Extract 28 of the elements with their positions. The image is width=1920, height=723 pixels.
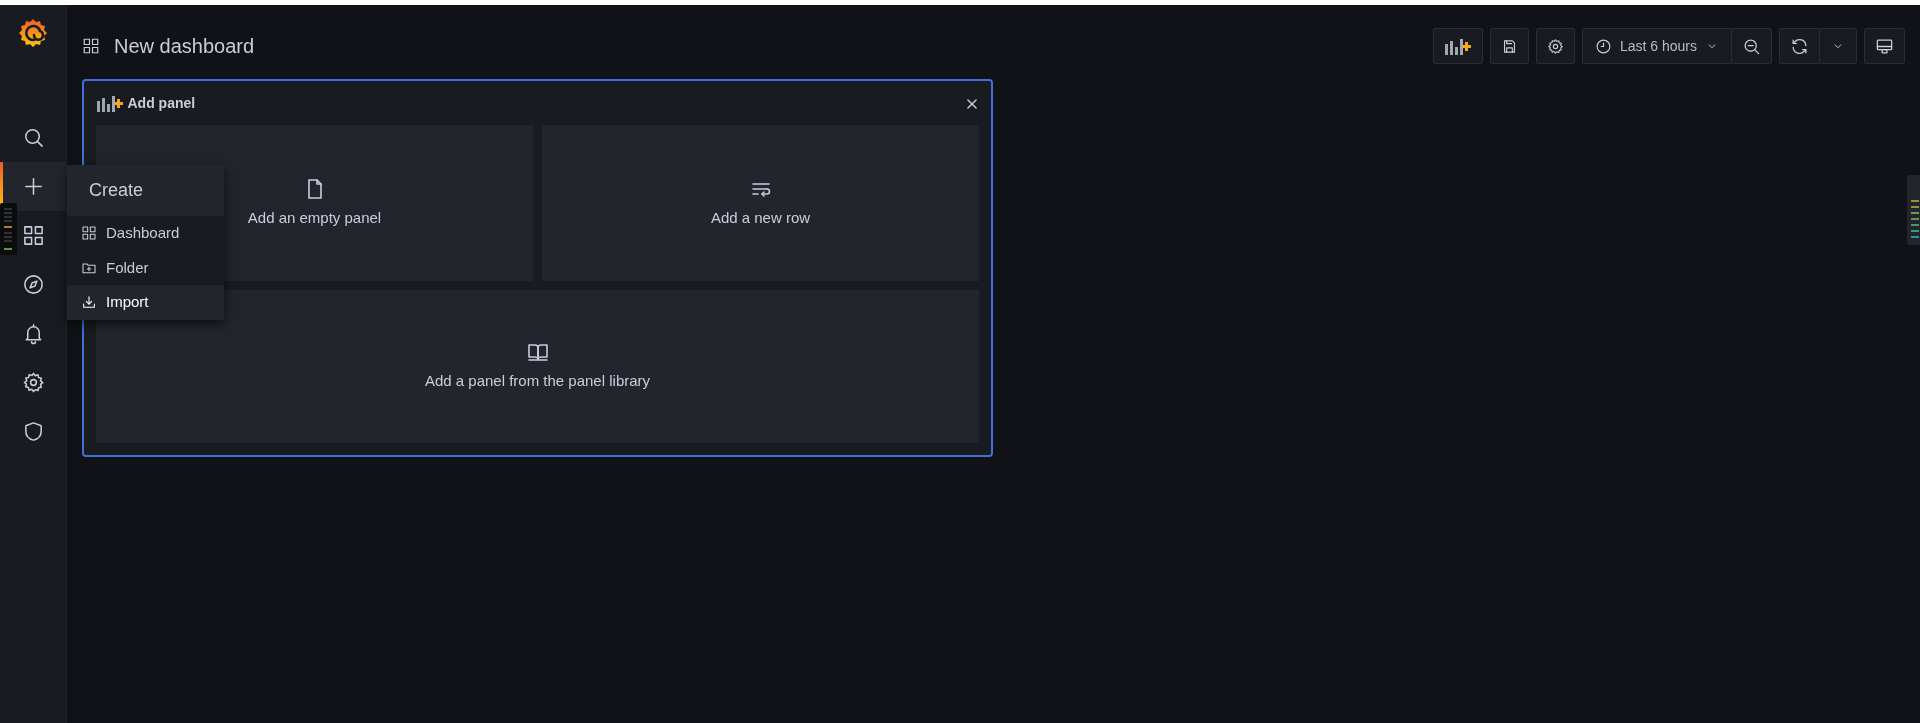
dashboard-grid-icon	[81, 225, 97, 242]
download-icon	[81, 294, 97, 311]
logo-icon[interactable]	[18, 17, 48, 49]
zoom-out-button[interactable]	[1731, 28, 1772, 64]
clock-icon	[1594, 37, 1612, 55]
save-button[interactable]	[1489, 28, 1529, 64]
menu-header[interactable]: Create	[67, 165, 224, 216]
settings-icon	[21, 371, 45, 394]
time-range-picker[interactable]: Last 6 hours	[1581, 28, 1732, 64]
dashboard-grid-icon	[82, 37, 100, 55]
settings-button[interactable]	[1535, 28, 1575, 64]
add-panel-button[interactable]	[1432, 28, 1483, 64]
refresh-icon	[1790, 36, 1809, 56]
menu-item[interactable]: Import	[67, 285, 224, 320]
add-panel-icon	[1443, 36, 1472, 56]
dashboards-icon	[21, 224, 45, 247]
dashboard-title: New dashboard	[114, 34, 255, 59]
panel-title: Add panel	[127, 93, 196, 113]
view-mode-button[interactable]	[1864, 28, 1905, 64]
compass-icon	[21, 273, 45, 296]
meter-bars-icon	[1911, 200, 1919, 238]
settings-icon	[1546, 37, 1564, 55]
add-panel-icon	[96, 93, 124, 113]
close-icon	[965, 96, 979, 111]
meter-bars-icon	[4, 208, 12, 250]
add-option-tile[interactable]: Add a new row	[542, 125, 979, 281]
sidebar-item[interactable]	[0, 162, 67, 211]
refresh-button[interactable]	[1779, 28, 1820, 64]
